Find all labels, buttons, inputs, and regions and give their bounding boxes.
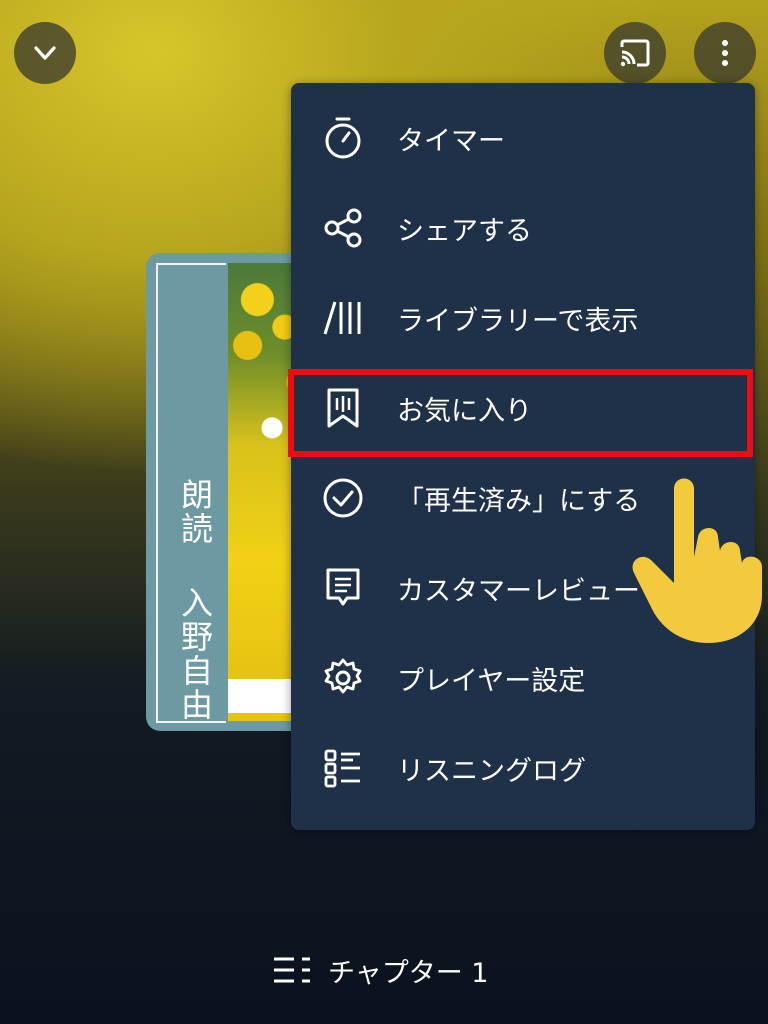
timer-icon bbox=[321, 116, 365, 160]
menu-item-share[interactable]: シェアする bbox=[291, 183, 755, 273]
chapter-label: チャプター 1 bbox=[328, 957, 489, 989]
listening-log-icon bbox=[321, 746, 365, 790]
menu-item-label: リスニングログ bbox=[397, 755, 586, 787]
cast-icon bbox=[620, 39, 650, 67]
gear-icon bbox=[321, 656, 365, 700]
menu-item-timer[interactable]: タイマー bbox=[291, 93, 755, 183]
chapter-selector[interactable]: チャプター 1 bbox=[272, 950, 489, 990]
menu-item-label: タイマー bbox=[397, 125, 505, 157]
menu-item-label: プレイヤー設定 bbox=[397, 665, 586, 697]
menu-item-player-settings[interactable]: プレイヤー設定 bbox=[291, 633, 755, 723]
collapse-button[interactable] bbox=[14, 22, 76, 84]
menu-item-label: シェアする bbox=[397, 215, 532, 247]
cover-narration-text: 朗読 入野自由 bbox=[176, 478, 214, 722]
highlight-frame bbox=[288, 369, 753, 457]
menu-item-label: 「再生済み」にする bbox=[397, 485, 641, 517]
library-icon bbox=[321, 296, 365, 340]
menu-item-label: ライブラリーで表示 bbox=[397, 305, 639, 337]
review-icon bbox=[321, 566, 365, 610]
menu-item-library[interactable]: ライブラリーで表示 bbox=[291, 273, 755, 363]
chevron-down-icon bbox=[34, 46, 56, 60]
share-icon bbox=[321, 206, 365, 250]
more-options-button[interactable] bbox=[694, 22, 756, 84]
vertical-dots-icon bbox=[722, 40, 728, 66]
chapter-list-icon bbox=[274, 957, 310, 983]
menu-item-listening-log[interactable]: リスニングログ bbox=[291, 723, 755, 813]
cast-button[interactable] bbox=[604, 22, 666, 84]
pointing-hand-icon bbox=[632, 478, 762, 643]
menu-item-label: カスタマーレビュー bbox=[397, 575, 640, 607]
check-circle-icon bbox=[321, 476, 365, 520]
